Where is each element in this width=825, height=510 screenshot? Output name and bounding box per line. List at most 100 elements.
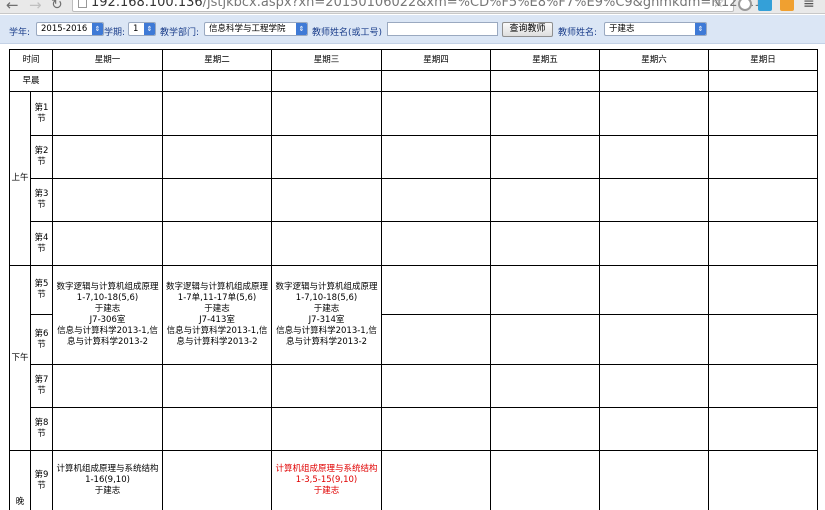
teacher-name-select[interactable]: 于建志 ⇕: [604, 22, 707, 36]
term-select-value: 1: [133, 24, 139, 34]
empty-cell: [490, 91, 601, 136]
chevron-down-icon: ⇕: [296, 23, 307, 35]
forward-arrow-icon[interactable]: →: [29, 0, 42, 14]
empty-cell: [599, 407, 710, 451]
empty-cell: [708, 450, 819, 510]
period-group-eve: 晚: [9, 450, 31, 510]
course-weeks: 1-16(9,10): [85, 475, 130, 485]
address-bar[interactable]: 192.168.100.136/jstjkbcx.aspx?xh=2015010…: [72, 0, 771, 12]
address-url: 192.168.100.136/jstjkbcx.aspx?xh=2015010…: [91, 0, 771, 10]
empty-cell: [162, 178, 273, 222]
back-arrow-icon[interactable]: ←: [6, 0, 19, 14]
empty-cell: [52, 178, 164, 222]
day-header: 星期六: [599, 49, 710, 71]
empty-cell: [599, 314, 710, 365]
empty-cell: [162, 364, 273, 408]
period-label: 第9节: [29, 450, 54, 510]
empty-cell: [271, 91, 383, 136]
empty-cell: [162, 221, 273, 266]
extension-icon[interactable]: [758, 0, 772, 11]
term-label: 学期:: [104, 28, 126, 38]
empty-cell: [381, 265, 492, 315]
empty-cell: [381, 407, 492, 451]
empty-cell: [271, 364, 383, 408]
empty-cell: [381, 364, 492, 408]
day-header: 星期二: [162, 49, 273, 71]
year-select[interactable]: 2015-2016 ⇕: [36, 22, 104, 36]
empty-cell: [52, 135, 164, 179]
browser-toolbar: ← → ↻ 192.168.100.136/jstjkbcx.aspx?xh=2…: [0, 0, 825, 14]
course-room: J7-314室: [308, 315, 345, 325]
period-row: 第8节: [10, 407, 819, 451]
empty-cell: [381, 70, 492, 92]
year-label: 学年:: [9, 28, 31, 38]
empty-cell: [271, 221, 383, 266]
menu-icon[interactable]: ≡: [803, 0, 815, 12]
teacher-name-select-value: 于建志: [609, 24, 635, 34]
course-cell[interactable]: 数字逻辑与计算机组成原理 1-7,10-18(5,6) 于建志 J7-306室 …: [52, 265, 164, 365]
empty-cell: [708, 314, 819, 365]
empty-cell: [381, 135, 492, 179]
extension-icon[interactable]: [780, 0, 794, 11]
course-classes: 信息与计算科学2013-1,信息与计算科学2013-2: [166, 326, 268, 347]
empty-cell: [381, 450, 492, 510]
empty-cell: [490, 265, 601, 315]
period-label: 第1节: [29, 91, 54, 136]
period-label: 第7节: [29, 364, 54, 408]
empty-cell: [599, 221, 710, 266]
period-row: 晚 第9节 计算机组成原理与系统结构 1-16(9,10) 于建志 计算机组成原…: [9, 450, 819, 510]
period-row: 第7节: [10, 364, 819, 408]
dept-select-value: 信息科学与工程学院: [209, 24, 286, 34]
course-cell[interactable]: 数字逻辑与计算机组成原理 1-7单,11-17单(5,6) 于建志 J7-413…: [162, 265, 273, 365]
reload-icon[interactable]: ↻: [51, 0, 63, 13]
period-group-pm: 下午: [9, 265, 31, 451]
empty-cell: [162, 135, 273, 179]
empty-cell: [599, 91, 710, 136]
time-header: 时间: [8, 49, 54, 71]
period-label: 第2节: [29, 135, 54, 179]
early-morning-label: 早晨: [8, 70, 54, 92]
chevron-down-icon: ⇕: [144, 23, 155, 35]
empty-cell: [599, 178, 710, 222]
empty-cell: [381, 221, 492, 266]
period-row: 第4节: [10, 221, 819, 266]
query-toolbar: 学年: 2015-2016 ⇕ 学期: 1 ⇕ 教学部门: 信息科学与工程学院 …: [0, 15, 825, 44]
course-weeks: 1-7,10-18(5,6): [295, 293, 358, 303]
course-name: 计算机组成原理与系统结构: [275, 464, 378, 474]
course-room: J7-413室: [199, 315, 235, 325]
day-header: 星期一: [52, 49, 164, 71]
search-teacher-button[interactable]: 查询教师: [502, 22, 553, 37]
period-row: 上午 第1节: [9, 91, 819, 266]
empty-cell: [490, 135, 601, 179]
url-host: 192.168.100.136: [91, 0, 203, 10]
period-label: 第5节: [29, 265, 54, 315]
day-header: 星期三: [271, 49, 383, 71]
empty-cell: [708, 407, 819, 451]
dept-select[interactable]: 信息科学与工程学院 ⇕: [204, 22, 308, 36]
empty-cell: [52, 221, 164, 266]
course-cell[interactable]: 计算机组成原理与系统结构 1-16(9,10) 于建志: [52, 450, 164, 510]
teacher-query-input[interactable]: [387, 22, 498, 36]
empty-cell: [708, 135, 819, 179]
term-select[interactable]: 1 ⇕: [128, 22, 156, 36]
empty-cell: [599, 265, 710, 315]
day-header: 星期四: [381, 49, 492, 71]
course-cell[interactable]: 数字逻辑与计算机组成原理 1-7,10-18(5,6) 于建志 J7-314室 …: [271, 265, 383, 365]
empty-cell: [708, 265, 819, 315]
empty-cell: [52, 407, 164, 451]
course-cell-highlighted[interactable]: 计算机组成原理与系统结构 1-3,5-15(9,10) 于建志: [271, 450, 383, 510]
empty-cell: [162, 450, 273, 510]
empty-cell: [599, 364, 710, 408]
course-classes: 信息与计算科学2013-1,信息与计算科学2013-2: [57, 326, 158, 347]
period-label: 第6节: [29, 314, 54, 365]
course-weeks: 1-3,5-15(9,10): [295, 475, 358, 485]
period-label: 第3节: [29, 178, 54, 222]
bookmark-star-icon[interactable]: ☆: [712, 0, 725, 11]
empty-cell: [490, 450, 601, 510]
course-teacher: 于建志: [94, 486, 121, 496]
early-morning-row: 早晨: [8, 70, 819, 92]
course-name: 数字逻辑与计算机组成原理: [56, 282, 159, 292]
empty-cell: [708, 70, 819, 92]
course-name: 计算机组成原理与系统结构: [56, 464, 159, 474]
empty-cell: [599, 135, 710, 179]
